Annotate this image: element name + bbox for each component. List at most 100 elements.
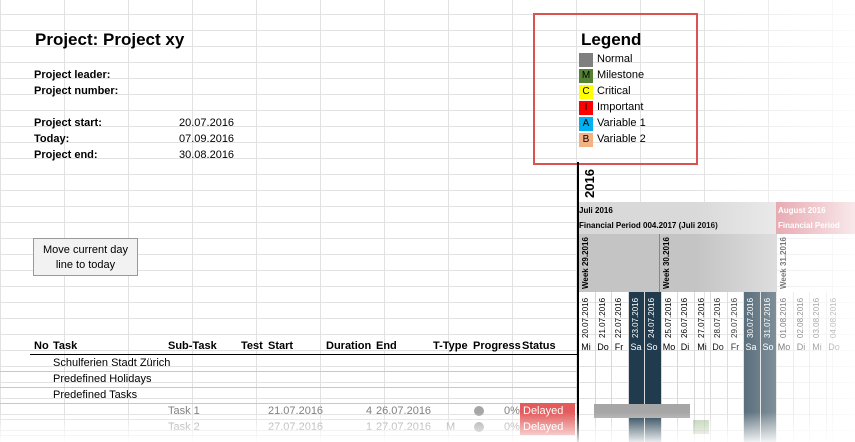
date-label: 26.07.2016 xyxy=(680,297,689,338)
date-label: 03.08.2016 xyxy=(812,297,821,338)
header-no[interactable]: No xyxy=(34,340,49,352)
weekday-label: Mo xyxy=(662,342,676,352)
legend-swatch-variable-2: B xyxy=(579,133,593,147)
weekday-label: So xyxy=(646,342,658,352)
date-label: 02.08.2016 xyxy=(796,297,805,338)
project-start-value[interactable]: 20.07.2016 xyxy=(179,117,234,129)
table-row[interactable]: Task 2 27.07.2016 1 27.07.2016 M 0% Dela… xyxy=(0,419,578,436)
header-duration[interactable]: Duration xyxy=(326,340,371,352)
header-end[interactable]: End xyxy=(376,340,397,352)
table-row[interactable]: Task 1 21.07.2016 4 26.07.2016 0% Delaye… xyxy=(0,403,578,420)
period-label-august: Financial Period xyxy=(778,221,840,230)
year-label: 2016 xyxy=(582,169,597,198)
end-cell: 26.07.2016 xyxy=(376,405,432,417)
header-t-type[interactable]: T-Type xyxy=(433,340,468,352)
header-start[interactable]: Start xyxy=(268,340,293,352)
date-label: 20.07.2016 xyxy=(581,297,590,338)
date-label: 24.07.2016 xyxy=(647,297,656,338)
progress-cell: 0% xyxy=(504,421,520,433)
weekday-label: Mi xyxy=(697,342,707,352)
sub-task-cell: Task 1 xyxy=(168,405,200,417)
date-label: 04.08.2016 xyxy=(829,297,838,338)
month-label-july: Juli 2016 xyxy=(579,206,613,215)
project-leader-label: Project leader: xyxy=(34,69,111,81)
header-progress[interactable]: Progress xyxy=(473,340,521,352)
weekday-label: Fr xyxy=(614,342,624,352)
legend-label-milestone: Milestone xyxy=(597,69,645,81)
today-label: Today: xyxy=(34,133,70,145)
date-label: 31.07.2016 xyxy=(763,297,772,338)
project-number-label: Project number: xyxy=(34,85,119,97)
project-title: Project: Project xy xyxy=(35,30,185,49)
project-end-value[interactable]: 30.08.2016 xyxy=(179,149,234,161)
period-label-july: Financial Period 004.2017 (Juli 2016) xyxy=(579,221,718,230)
header-task[interactable]: Task xyxy=(53,340,77,352)
week-block xyxy=(578,234,659,292)
header-test[interactable]: Test xyxy=(241,340,263,352)
group-row[interactable]: Schulferien Stadt Zürich xyxy=(0,355,578,372)
date-label: 23.07.2016 xyxy=(631,297,640,338)
weekday-label: Mi xyxy=(581,342,591,352)
weekday-label: So xyxy=(762,342,774,352)
group-row[interactable]: Predefined Tasks xyxy=(0,387,578,404)
legend-swatch-variable-1: A xyxy=(579,117,593,131)
duration-cell: 1 xyxy=(366,421,373,433)
legend-label-important: Important xyxy=(597,101,644,113)
progress-cell: 0% xyxy=(504,405,520,417)
group-label: Predefined Holidays xyxy=(53,373,152,385)
today-value[interactable]: 07.09.2016 xyxy=(179,133,234,145)
header-status[interactable]: Status xyxy=(522,340,556,352)
legend-label-variable-2: Variable 2 xyxy=(597,133,646,145)
week-label: Week 29.2016 xyxy=(581,237,590,289)
t-type-cell: M xyxy=(446,421,456,433)
status-badge: Delayed xyxy=(520,403,575,419)
weekday-label: Mo xyxy=(777,342,791,352)
legend-label-normal: Normal xyxy=(597,53,633,65)
start-cell: 21.07.2016 xyxy=(268,405,324,417)
date-label: 22.07.2016 xyxy=(614,297,623,338)
date-label: 30.07.2016 xyxy=(746,297,755,338)
weekday-label: Fr xyxy=(730,342,740,352)
legend-swatch-milestone: M xyxy=(579,69,593,83)
header-sub-task[interactable]: Sub-Task xyxy=(168,340,217,352)
legend-label-critical: Critical xyxy=(597,85,631,97)
gantt-bar-task-1[interactable] xyxy=(594,404,690,418)
sub-task-cell: Task 2 xyxy=(168,421,200,433)
gantt-bar-task-2[interactable] xyxy=(693,420,709,434)
date-label: 28.07.2016 xyxy=(713,297,722,338)
date-label: 27.07.2016 xyxy=(697,297,706,338)
weekday-label: Sa xyxy=(745,342,757,352)
project-end-label: Project end: xyxy=(34,149,98,161)
legend-swatch-important: I xyxy=(579,101,593,115)
status-badge: Delayed xyxy=(520,419,575,435)
legend-label-variable-1: Variable 1 xyxy=(597,117,646,129)
weekday-label: Do xyxy=(828,342,840,352)
date-label: 29.07.2016 xyxy=(730,297,739,338)
project-start-label: Project start: xyxy=(34,117,102,129)
end-cell: 27.07.2016 xyxy=(376,421,432,433)
group-label: Predefined Tasks xyxy=(53,389,138,401)
date-label: 01.08.2016 xyxy=(779,297,788,338)
move-day-line-button[interactable]: Move current day line to today xyxy=(33,238,138,276)
weekday-label: Do xyxy=(597,342,609,352)
weekday-label: Mi xyxy=(812,342,822,352)
date-label: 25.07.2016 xyxy=(664,297,673,338)
start-cell: 27.07.2016 xyxy=(268,421,324,433)
week-block xyxy=(659,234,777,292)
progress-indicator-icon xyxy=(474,422,484,432)
legend-title: Legend xyxy=(581,30,642,49)
current-day-line xyxy=(577,162,579,442)
duration-cell: 4 xyxy=(366,405,373,417)
legend-swatch-critical: C xyxy=(579,85,593,99)
weekday-label: Di xyxy=(680,342,690,352)
weekday-label: Di xyxy=(796,342,806,352)
date-label: 21.07.2016 xyxy=(598,297,607,338)
month-label-august: August 2016 xyxy=(778,206,826,215)
progress-indicator-icon xyxy=(474,406,484,416)
weekday-label: Sa xyxy=(630,342,642,352)
group-label: Schulferien Stadt Zürich xyxy=(53,357,171,369)
legend-swatch-normal xyxy=(579,53,593,67)
week-label: Week 30.2016 xyxy=(662,237,671,289)
week-label: Week 31.2016 xyxy=(779,237,788,289)
group-row[interactable]: Predefined Holidays xyxy=(0,371,578,388)
